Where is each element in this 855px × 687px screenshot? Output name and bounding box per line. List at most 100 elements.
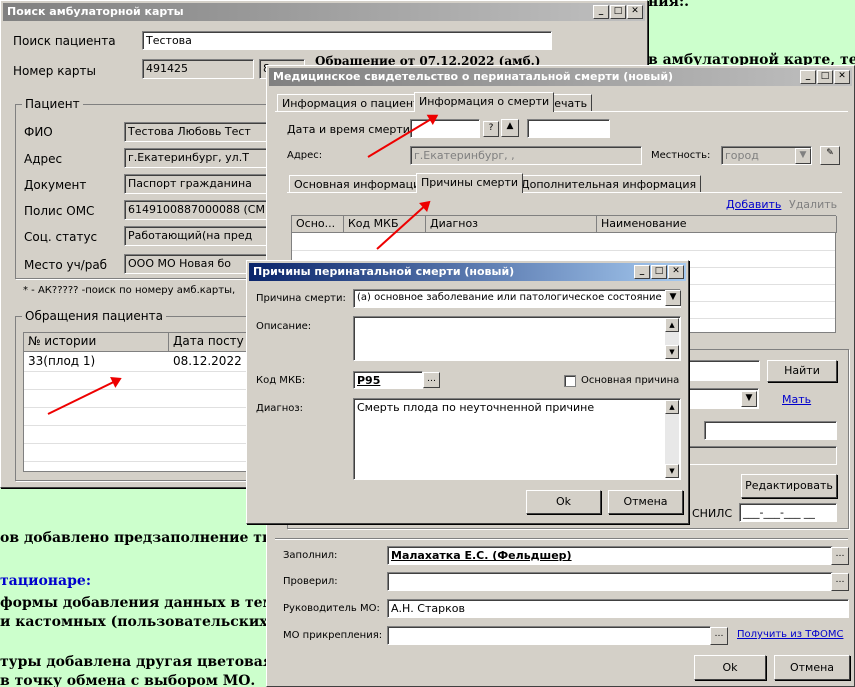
description-textarea[interactable] [353, 316, 681, 361]
certificate-window-titlebar: Медицинское свидетельство о перинатально… [269, 68, 852, 86]
patient-group-title: Пациент [22, 97, 83, 111]
social-status-field: Работающий(на пред [124, 226, 274, 246]
mkb-label: Код МКБ: [256, 375, 306, 386]
scroll-up-icon[interactable]: ▲ [665, 400, 679, 414]
causes-col-diagnosis[interactable]: Диагноз [426, 216, 597, 233]
work-label: Место уч/раб [24, 258, 108, 272]
maximize-button[interactable]: □ [817, 70, 833, 84]
main-cause-checkbox[interactable] [564, 375, 576, 387]
card-number-field: 491425 [142, 59, 254, 79]
add-link[interactable]: Добавить [726, 198, 781, 211]
cert-ok-button[interactable]: Ok [694, 655, 766, 680]
mother-search-input[interactable] [687, 360, 760, 381]
spin-up-icon[interactable]: ▲ [501, 119, 519, 137]
document-label: Документ [24, 178, 87, 192]
mother-readonly-field [687, 446, 837, 465]
description-scrollbar[interactable]: ▲ ▼ [665, 318, 679, 359]
close-button[interactable]: ✕ [668, 265, 684, 279]
subtab-main-info[interactable]: Основная информация [289, 175, 432, 193]
ellipsis-button[interactable]: … [423, 372, 440, 388]
appeals-col-date[interactable]: Дата посту [169, 333, 254, 352]
close-button[interactable]: ✕ [627, 5, 643, 19]
attach-label: МО прикрепления: [283, 630, 383, 641]
chevron-down-icon[interactable]: ▼ [741, 391, 757, 407]
causes-col-main[interactable]: Осно... [292, 216, 344, 233]
mother-link[interactable]: Мать [782, 393, 811, 406]
document-field: Паспорт гражданина [124, 174, 274, 194]
cause-dialog: Причины перинатальной смерти (новый) _ □… [246, 260, 689, 524]
checked-label: Проверил: [283, 576, 338, 587]
cert-address-field: г.Екатеринбург, , [410, 146, 642, 165]
edit-button[interactable]: Редактировать [741, 474, 837, 498]
scroll-down-icon[interactable]: ▼ [665, 345, 679, 359]
death-datetime-label: Дата и время смерти: [287, 123, 414, 136]
subtab-death-causes[interactable]: Причины смерти [416, 173, 524, 193]
causes-col-name[interactable]: Наименование [597, 216, 837, 233]
subtab-additional-info[interactable]: Дополнительная информация [516, 175, 702, 193]
head-field[interactable]: А.Н. Старков [387, 599, 849, 618]
chevron-down-icon[interactable]: ▼ [795, 148, 811, 164]
bg-text-line: ния:. [648, 0, 690, 10]
bg-text-line: формы добавления данных в тем [0, 595, 275, 611]
patient-search-label: Поиск пациента [13, 34, 116, 48]
minimize-button[interactable]: _ [593, 5, 609, 19]
appeal-history-cell: 33(плод 1) [28, 354, 96, 368]
cert-address-label: Адрес: [287, 150, 323, 161]
cause-label: Причина смерти: [256, 293, 346, 304]
tab-patient-info[interactable]: Информация о пациенте [277, 94, 432, 112]
maximize-button[interactable]: □ [610, 5, 626, 19]
mkb-field[interactable]: P95 [353, 371, 423, 389]
bg-text-line: ов добавлено предзаполнение ти [0, 530, 273, 546]
diagnosis-scrollbar[interactable]: ▲ ▼ [665, 400, 679, 478]
delete-link[interactable]: Удалить [789, 198, 837, 211]
filled-field[interactable]: Малахатка Е.С. (Фельдшер) [387, 546, 833, 565]
scroll-up-icon[interactable]: ▲ [665, 318, 679, 332]
mother-extra-input[interactable] [704, 421, 837, 440]
fio-field: Тестова Любовь Тест [124, 122, 274, 142]
ellipsis-button[interactable]: … [831, 573, 849, 591]
appeal-date-cell: 08.12.2022 [173, 354, 242, 368]
chevron-down-icon[interactable]: ▼ [665, 290, 681, 306]
bg-text-line: туры добавлена другая цветовая [0, 654, 274, 670]
oms-field: 6149100887000088 (СМ [124, 200, 274, 220]
cause-cancel-button[interactable]: Отмена [608, 490, 683, 514]
search-hint: * - АК????? -поиск по номеру амб.карты, [23, 285, 236, 296]
diagnosis-textarea[interactable]: Смерть плода по неуточненной причине [353, 398, 681, 480]
social-status-label: Соц. статус [24, 230, 98, 244]
cause-dialog-titlebar: Причины перинатальной смерти (новый) _ □… [249, 263, 686, 281]
attach-field[interactable] [387, 626, 711, 645]
ellipsis-button[interactable]: … [710, 627, 728, 645]
patient-search-input[interactable]: Тестова [142, 31, 552, 50]
card-number-label: Номер карты [13, 64, 96, 78]
find-button[interactable]: Найти [767, 360, 837, 382]
bg-text-line: тационаре: [0, 573, 91, 589]
tfoms-link[interactable]: Получить из ТФОМС [737, 629, 843, 640]
appeals-col-history[interactable]: № истории [24, 333, 169, 352]
cause-select[interactable]: (а) основное заболевание или патологичес… [353, 289, 681, 308]
checked-field[interactable] [387, 572, 833, 591]
causes-col-mkb[interactable]: Код МКБ [344, 216, 426, 233]
table-row[interactable]: 33(плод 1) 08.12.2022 [24, 352, 254, 371]
maximize-button[interactable]: □ [651, 265, 667, 279]
main-cause-label: Основная причина [581, 375, 680, 386]
cause-dialog-title: Причины перинатальной смерти (новый) [253, 265, 515, 278]
help-icon[interactable]: ? [483, 121, 499, 137]
snils-field[interactable]: ___-___-___ __ [739, 503, 837, 522]
description-label: Описание: [256, 321, 312, 332]
search-window-title: Поиск амбулаторной карты [7, 5, 184, 18]
death-time-input[interactable] [527, 119, 610, 138]
cause-ok-button[interactable]: Ok [526, 490, 601, 514]
address-label: Адрес [24, 152, 63, 166]
minimize-button[interactable]: _ [634, 265, 650, 279]
head-label: Руководитель МО: [283, 603, 380, 614]
scroll-down-icon[interactable]: ▼ [665, 464, 679, 478]
edit-icon[interactable]: ✎ [820, 146, 840, 165]
fio-label: ФИО [24, 125, 53, 139]
certificate-window-title: Медицинское свидетельство о перинатально… [273, 70, 674, 83]
ellipsis-button[interactable]: … [831, 547, 849, 565]
close-button[interactable]: ✕ [834, 70, 850, 84]
death-date-input[interactable] [410, 119, 480, 138]
cert-cancel-button[interactable]: Отмена [774, 655, 850, 680]
minimize-button[interactable]: _ [800, 70, 816, 84]
tab-death-info[interactable]: Информация о смерти [414, 92, 555, 112]
